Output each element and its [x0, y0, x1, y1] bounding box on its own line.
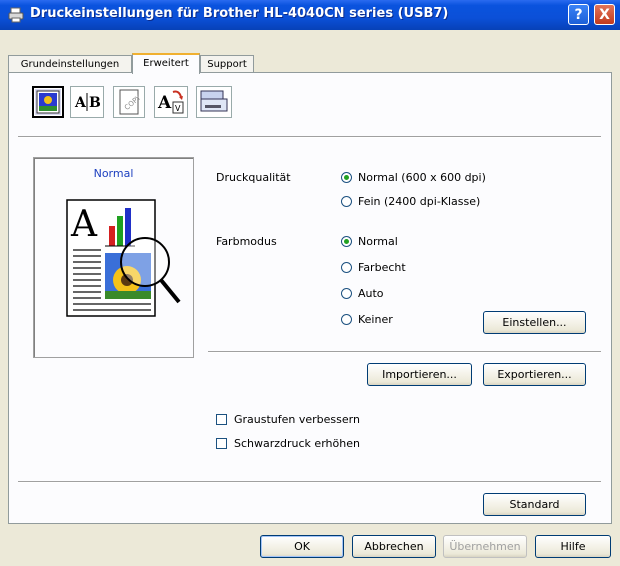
- ok-button[interactable]: OK: [260, 535, 344, 558]
- enhance-grayscale-checkbox[interactable]: [216, 414, 227, 425]
- page-setting-icon[interactable]: A V: [154, 86, 188, 118]
- apply-button[interactable]: Übernehmen: [443, 535, 527, 558]
- svg-text:A: A: [74, 95, 87, 111]
- quality-fine-radio[interactable]: [341, 196, 352, 207]
- cancel-button[interactable]: Abbrechen: [352, 535, 436, 558]
- svg-text:A: A: [157, 93, 172, 113]
- preview-label: Normal: [93, 167, 134, 180]
- svg-text:V: V: [175, 104, 181, 113]
- color-normal-radio[interactable]: [341, 236, 352, 247]
- quality-normal-label[interactable]: Normal (600 x 600 dpi): [358, 171, 486, 184]
- quality-normal-radio[interactable]: [341, 172, 352, 183]
- help-title-button[interactable]: ?: [568, 4, 589, 25]
- color-quality-icon[interactable]: [32, 86, 64, 118]
- title-bar[interactable]: Druckeinstellungen für Brother HL-4040CN…: [0, 0, 620, 30]
- print-quality-label: Druckqualität: [216, 171, 291, 184]
- watermark-icon[interactable]: COPY: [113, 86, 145, 118]
- tab-grundeinstellungen[interactable]: Grundeinstellungen: [8, 55, 132, 73]
- quality-fine-label[interactable]: Fein (2400 dpi-Klasse): [358, 195, 480, 208]
- einstellen-button[interactable]: Einstellen...: [483, 311, 586, 334]
- duplex-icon[interactable]: A B: [70, 86, 104, 118]
- tab-support[interactable]: Support: [200, 55, 254, 73]
- export-button[interactable]: Exportieren...: [483, 363, 586, 386]
- close-button[interactable]: X: [594, 4, 615, 25]
- bottom-divider: [18, 481, 601, 483]
- feature-icon-toolbar: A B COPY A V: [18, 80, 601, 124]
- options-divider: [208, 351, 601, 353]
- color-farbecht-radio[interactable]: [341, 262, 352, 273]
- color-keiner-radio[interactable]: [341, 314, 352, 325]
- print-preview-box: Normal A: [33, 157, 194, 358]
- svg-text:B: B: [89, 95, 101, 111]
- enhance-grayscale-label[interactable]: Graustufen verbessern: [234, 413, 360, 426]
- help-button[interactable]: Hilfe: [535, 535, 611, 558]
- preview-page-image: A: [66, 199, 181, 317]
- printer-icon: [8, 7, 24, 23]
- window-title: Druckeinstellungen für Brother HL-4040CN…: [30, 6, 449, 21]
- standard-button[interactable]: Standard: [483, 493, 586, 516]
- enhance-black-label[interactable]: Schwarzdruck erhöhen: [234, 437, 360, 450]
- tab-erweitert[interactable]: Erweitert: [132, 53, 200, 74]
- color-normal-label[interactable]: Normal: [358, 235, 398, 248]
- enhance-black-checkbox[interactable]: [216, 438, 227, 449]
- color-keiner-label[interactable]: Keiner: [358, 313, 393, 326]
- color-auto-radio[interactable]: [341, 288, 352, 299]
- import-button[interactable]: Importieren...: [367, 363, 472, 386]
- svg-text:A: A: [70, 204, 98, 245]
- color-mode-label: Farbmodus: [216, 235, 277, 248]
- toolbar-divider: [18, 136, 601, 138]
- color-farbecht-label[interactable]: Farbecht: [358, 261, 406, 274]
- print-settings-dialog: Druckeinstellungen für Brother HL-4040CN…: [0, 0, 620, 566]
- device-options-icon[interactable]: [196, 86, 232, 118]
- color-auto-label[interactable]: Auto: [358, 287, 384, 300]
